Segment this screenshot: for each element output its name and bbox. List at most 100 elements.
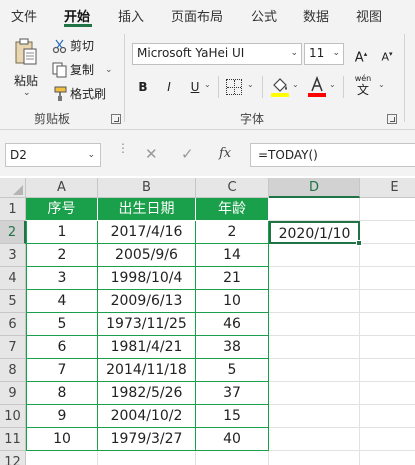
cell-a12[interactable] <box>26 451 98 465</box>
table-data-cell[interactable]: 46 <box>196 313 269 336</box>
table-data-cell[interactable]: 2 <box>196 221 269 244</box>
column-header-e[interactable]: E <box>360 178 415 198</box>
table-data-cell[interactable]: 1981/4/21 <box>98 336 196 359</box>
cell-e5[interactable] <box>360 290 415 313</box>
table-data-cell[interactable]: 2005/9/6 <box>98 244 196 267</box>
font-launcher-icon[interactable] <box>387 114 397 124</box>
cell-d8[interactable] <box>269 359 360 382</box>
cell-b12[interactable] <box>98 451 196 465</box>
cell-d5[interactable] <box>269 290 360 313</box>
name-box[interactable]: D2 ⌄ <box>5 143 101 167</box>
column-header-c[interactable]: C <box>196 178 269 198</box>
cell-d4[interactable] <box>269 267 360 290</box>
table-data-cell[interactable]: 2 <box>26 244 98 267</box>
chevron-down-icon[interactable]: ⌄ <box>292 80 299 89</box>
cell-e8[interactable] <box>360 359 415 382</box>
cell-d10[interactable] <box>269 405 360 428</box>
table-data-cell[interactable]: 40 <box>196 428 269 451</box>
table-data-cell[interactable]: 37 <box>196 382 269 405</box>
cell-d3[interactable] <box>269 244 360 267</box>
row-header-12[interactable]: 12 <box>0 451 26 465</box>
row-header-6[interactable]: 6 <box>0 313 26 336</box>
table-data-cell[interactable]: 5 <box>26 313 98 336</box>
cell-d9[interactable] <box>269 382 360 405</box>
cell-d12[interactable] <box>269 451 360 465</box>
table-data-cell[interactable]: 2017/4/16 <box>98 221 196 244</box>
row-header-4[interactable]: 4 <box>0 267 26 290</box>
cell-e6[interactable] <box>360 313 415 336</box>
increase-font-size-button[interactable]: A▴ <box>350 44 372 65</box>
table-data-cell[interactable]: 8 <box>26 382 98 405</box>
copy-button[interactable]: 复制 ⌄ <box>52 60 122 80</box>
font-name-select[interactable]: Microsoft YaHei UI ⌄ <box>132 43 302 65</box>
table-header-cell[interactable]: 出生日期 <box>98 198 196 221</box>
cancel-icon[interactable]: ✕ <box>145 145 158 163</box>
clipboard-launcher-icon[interactable] <box>111 114 121 124</box>
tab-home[interactable]: 开始 <box>64 6 90 25</box>
row-header-11[interactable]: 11 <box>0 428 26 451</box>
table-data-cell[interactable]: 1998/10/4 <box>98 267 196 290</box>
table-data-cell[interactable]: 15 <box>196 405 269 428</box>
tab-page-layout[interactable]: 页面布局 <box>171 6 223 25</box>
cell-e9[interactable] <box>360 382 415 405</box>
cell-d1[interactable] <box>269 198 360 221</box>
chevron-down-icon[interactable]: ⌄ <box>378 80 385 89</box>
cell-e4[interactable] <box>360 267 415 290</box>
table-header-cell[interactable]: 年龄 <box>196 198 269 221</box>
tab-formulas[interactable]: 公式 <box>251 6 277 25</box>
table-data-cell[interactable]: 2014/11/18 <box>98 359 196 382</box>
table-data-cell[interactable]: 10 <box>196 290 269 313</box>
cell-e1[interactable] <box>360 198 415 221</box>
row-header-10[interactable]: 10 <box>0 405 26 428</box>
table-header-cell[interactable]: 序号 <box>26 198 98 221</box>
select-all-corner[interactable] <box>0 178 26 198</box>
underline-button[interactable]: U <box>188 77 202 97</box>
paste-button[interactable]: 粘贴 ⌄ <box>6 36 50 114</box>
fill-color-button[interactable] <box>270 76 290 98</box>
cell-e2[interactable] <box>360 221 415 244</box>
phonetic-guide-button[interactable]: wén 文 <box>352 74 374 98</box>
table-data-cell[interactable]: 5 <box>196 359 269 382</box>
table-data-cell[interactable]: 38 <box>196 336 269 359</box>
table-data-cell[interactable]: 21 <box>196 267 269 290</box>
row-header-8[interactable]: 8 <box>0 359 26 382</box>
column-header-d[interactable]: D <box>269 178 360 198</box>
table-data-cell[interactable]: 9 <box>26 405 98 428</box>
font-size-select[interactable]: 11 ⌄ <box>304 43 344 65</box>
active-cell-d2[interactable]: 2020/1/10 <box>269 221 360 244</box>
decrease-font-size-button[interactable]: A▾ <box>376 44 398 64</box>
cell-e7[interactable] <box>360 336 415 359</box>
table-data-cell[interactable]: 14 <box>196 244 269 267</box>
table-data-cell[interactable]: 7 <box>26 359 98 382</box>
cell-d11[interactable] <box>269 428 360 451</box>
fill-handle[interactable] <box>356 240 362 246</box>
bold-button[interactable]: B <box>136 77 150 97</box>
table-data-cell[interactable]: 1982/5/26 <box>98 382 196 405</box>
table-data-cell[interactable]: 1973/11/25 <box>98 313 196 336</box>
enter-check-icon[interactable]: ✓ <box>181 145 194 163</box>
table-data-cell[interactable]: 2004/10/2 <box>98 405 196 428</box>
chevron-down-icon[interactable]: ⌄ <box>247 80 254 89</box>
chevron-down-icon[interactable]: ⌄ <box>329 80 336 89</box>
tab-insert[interactable]: 插入 <box>118 6 144 25</box>
table-data-cell[interactable]: 6 <box>26 336 98 359</box>
cell-d7[interactable] <box>269 336 360 359</box>
table-data-cell[interactable]: 2009/6/13 <box>98 290 196 313</box>
table-data-cell[interactable]: 1 <box>26 221 98 244</box>
insert-function-icon[interactable]: fx <box>219 146 231 161</box>
tab-file[interactable]: 文件 <box>11 6 37 25</box>
tab-data[interactable]: 数据 <box>303 6 329 25</box>
font-color-button[interactable] <box>307 75 327 98</box>
tab-view[interactable]: 视图 <box>356 6 382 25</box>
table-data-cell[interactable]: 10 <box>26 428 98 451</box>
more-options-icon[interactable]: ⋮ <box>117 142 129 154</box>
worksheet-grid[interactable]: A B C D E 1 2 3 4 5 6 7 8 9 10 11 12 序号 出生日期 年龄 1 2017/4/16 2 2… <box>0 178 415 465</box>
table-data-cell[interactable]: 4 <box>26 290 98 313</box>
column-header-a[interactable]: A <box>26 178 98 198</box>
row-header-5[interactable]: 5 <box>0 290 26 313</box>
formula-input[interactable]: =TODAY() <box>250 143 415 167</box>
table-data-cell[interactable]: 1979/3/27 <box>98 428 196 451</box>
cell-e11[interactable] <box>360 428 415 451</box>
row-header-1[interactable]: 1 <box>0 198 26 221</box>
chevron-down-icon[interactable]: ⌄ <box>87 150 95 160</box>
